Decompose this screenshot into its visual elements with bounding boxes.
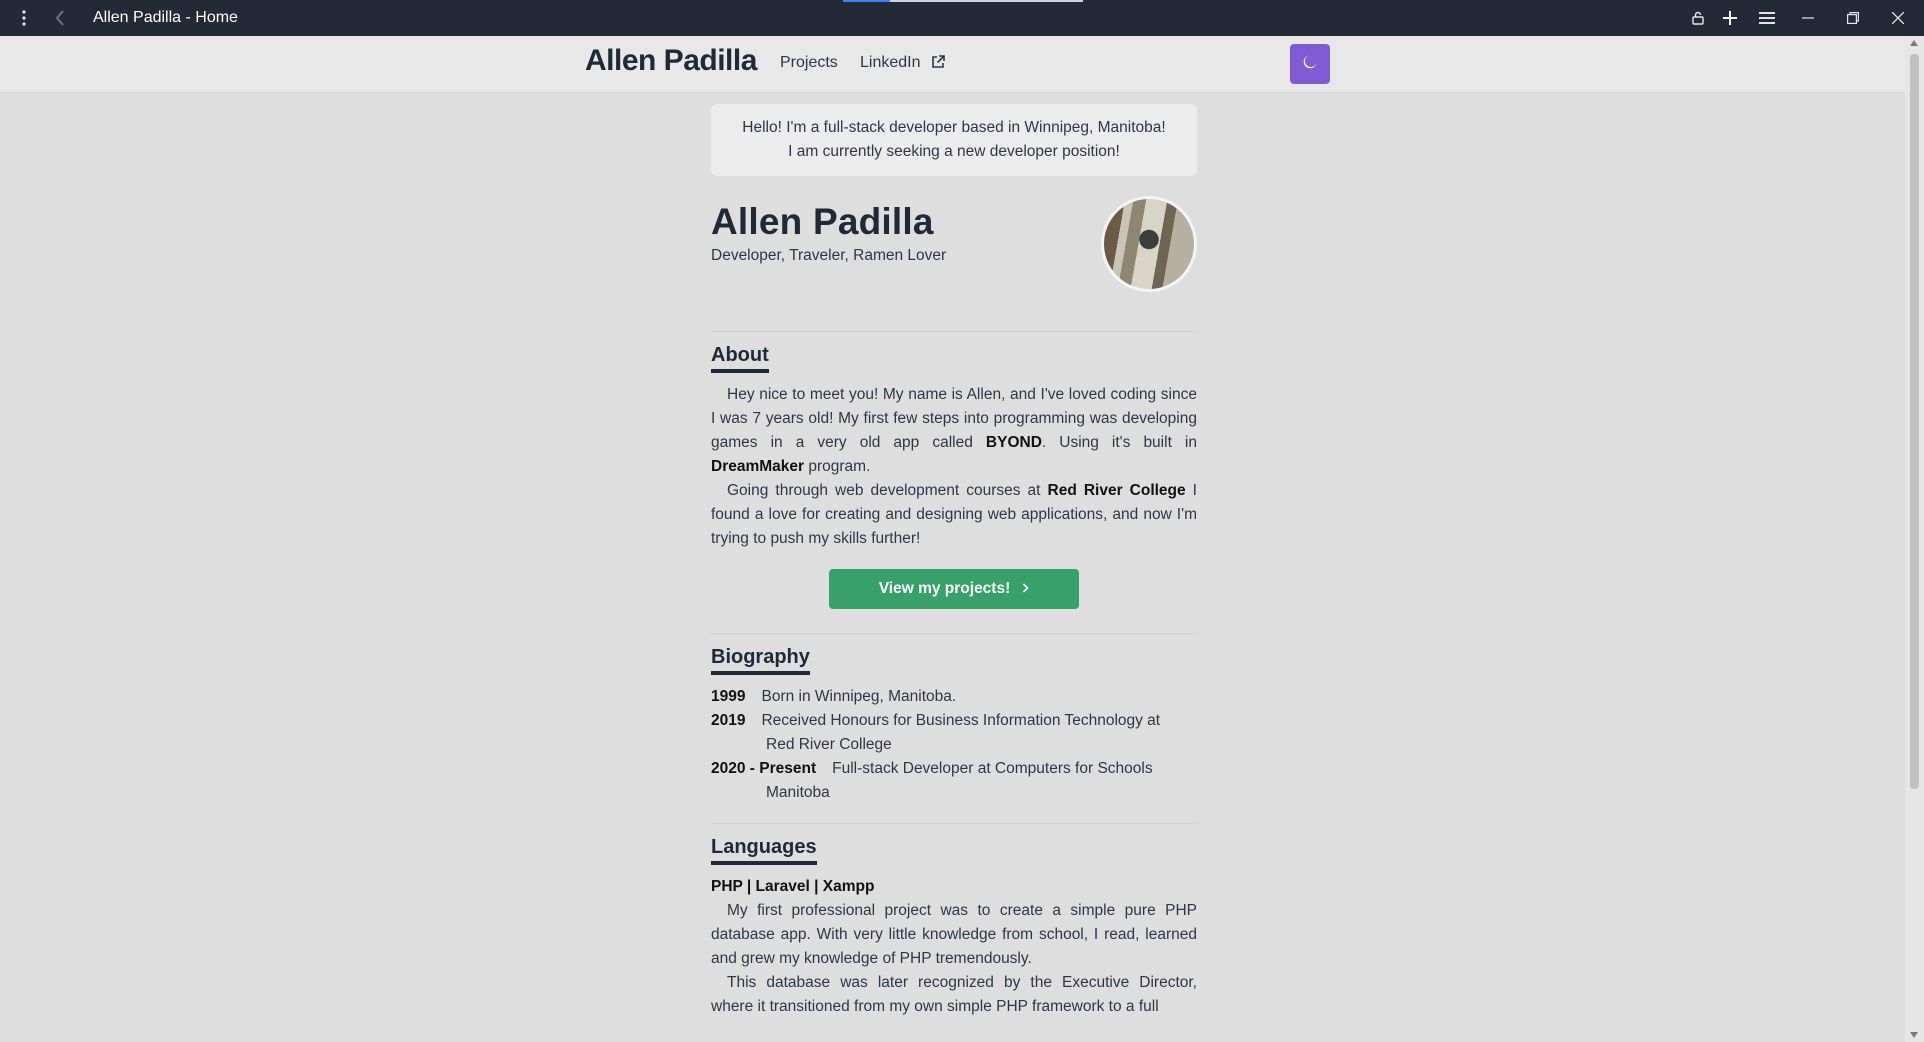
chevron-right-icon (1022, 580, 1029, 598)
kebab-menu-icon[interactable] (14, 0, 34, 36)
new-tab-plus-icon[interactable] (1720, 0, 1740, 36)
tab-load-indicator (843, 0, 1083, 2)
languages-paragraph-2: This database was later recognized by th… (711, 974, 1197, 1015)
nav-link-linkedin-label: LinkedIn (860, 54, 921, 71)
brand-logo[interactable]: Allen Padilla (585, 44, 757, 78)
language-heading: PHP | Laravel | Xampp (711, 878, 875, 895)
theme-toggle-button[interactable] (1290, 44, 1330, 84)
avatar (1101, 196, 1197, 292)
section-divider (711, 331, 1197, 332)
bio-entry: 1999 Born in Winnipeg, Manitoba. (711, 685, 1197, 709)
intro-line-2: I am currently seeking a new developer p… (788, 143, 1120, 160)
bio-text: Full-stack Developer at Computers for Sc… (832, 760, 1153, 777)
bio-entry-continuation: Manitoba (711, 781, 1197, 805)
bio-text: Born in Winnipeg, Manitoba. (761, 688, 957, 705)
browser-titlebar: Allen Padilla - Home (0, 0, 1924, 36)
scrollbar-thumb[interactable] (1910, 54, 1919, 789)
about-title: About (711, 344, 769, 373)
bio-text: Received Honours for Business Informatio… (761, 712, 1161, 729)
restore-icon[interactable] (1843, 0, 1863, 36)
view-projects-label: View my projects! (878, 580, 1011, 597)
bio-year: 2020 - Present (711, 760, 817, 777)
page-scrollbar[interactable] (1905, 36, 1924, 1042)
minimize-icon[interactable] (1798, 0, 1818, 36)
languages-paragraph-1: My first professional project was to cre… (711, 902, 1197, 967)
bio-year: 1999 (711, 688, 746, 705)
bio-text: Manitoba (766, 784, 830, 801)
site-navbar: Allen Padilla Projects LinkedIn (0, 36, 1905, 93)
bio-entry-continuation: Red River College (711, 733, 1197, 757)
external-link-icon (931, 55, 945, 74)
biography-section: Biography 1999 Born in Winnipeg, Manitob… (711, 646, 1197, 805)
profile-header: Allen Padilla Developer, Traveler, Ramen… (711, 196, 1197, 321)
languages-section: Languages PHP | Laravel | Xampp My first… (711, 836, 1197, 1019)
view-projects-button[interactable]: View my projects! (829, 569, 1079, 609)
bio-entry: 2019 Received Honours for Business Infor… (711, 709, 1197, 733)
scroll-down-arrow-icon[interactable] (1910, 1032, 1918, 1038)
intro-banner: Hello! I'm a full-stack developer based … (711, 104, 1197, 176)
bio-text: Red River College (766, 736, 892, 753)
about-section: About Hey nice to meet you! My name is A… (711, 344, 1197, 609)
about-paragraph-1: Hey nice to meet you! My name is Allen, … (711, 386, 1197, 475)
section-divider (711, 633, 1197, 634)
scroll-up-arrow-icon[interactable] (1910, 40, 1918, 46)
main-content: Hello! I'm a full-stack developer based … (711, 104, 1197, 1019)
hamburger-menu-icon[interactable] (1756, 0, 1778, 36)
close-window-icon[interactable] (1888, 0, 1908, 36)
about-paragraph-2: Going through web development courses at… (711, 482, 1197, 547)
languages-title: Languages (711, 836, 817, 865)
bio-year: 2019 (711, 712, 746, 729)
bio-entry: 2020 - Present Full-stack Developer at C… (711, 757, 1197, 781)
back-arrow-icon[interactable] (50, 0, 70, 36)
lock-icon[interactable] (1688, 0, 1708, 36)
moon-icon (1302, 54, 1318, 74)
window-title: Allen Padilla - Home (93, 9, 238, 26)
nav-link-linkedin[interactable]: LinkedIn (860, 54, 945, 74)
nav-link-projects[interactable]: Projects (780, 54, 838, 72)
biography-title: Biography (711, 646, 810, 675)
section-divider (711, 823, 1197, 824)
intro-line-1: Hello! I'm a full-stack developer based … (742, 119, 1166, 136)
